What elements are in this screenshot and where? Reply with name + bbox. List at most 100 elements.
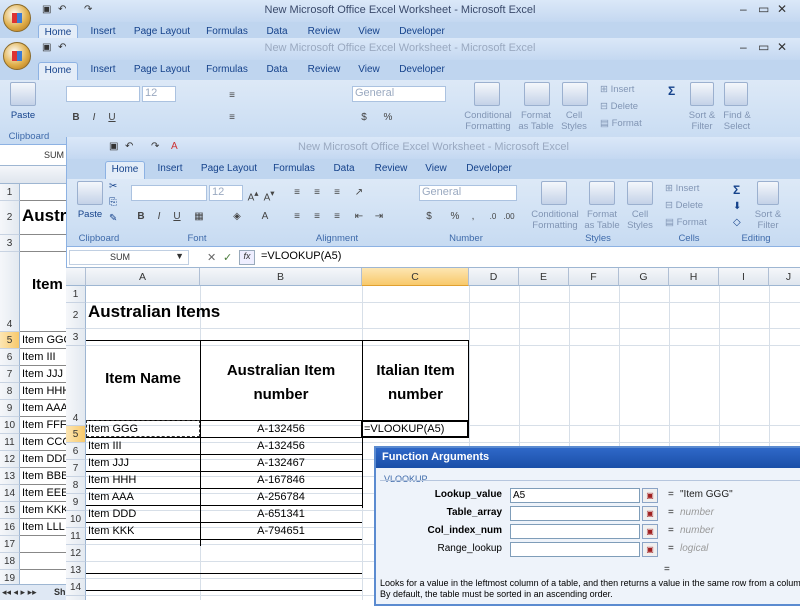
cell-item-name[interactable]: Item DDD bbox=[88, 508, 136, 520]
tab-developer[interactable]: Developer bbox=[463, 161, 515, 179]
cancel-icon[interactable]: ✕ bbox=[207, 251, 216, 264]
office-button[interactable] bbox=[3, 4, 31, 32]
sort-filter-icon[interactable] bbox=[757, 181, 779, 205]
percent-icon[interactable]: % bbox=[447, 209, 463, 225]
back-row-header-13[interactable]: 13 bbox=[0, 468, 20, 485]
minimize-icon[interactable]: – bbox=[740, 2, 747, 16]
undo-icon[interactable]: ↶ bbox=[58, 4, 66, 15]
row-header-1[interactable]: 1 bbox=[66, 286, 86, 303]
back-cell-item[interactable]: Item JJJ bbox=[22, 368, 63, 380]
back-cell-item[interactable]: Item EEE bbox=[22, 487, 66, 499]
tab-page-layout[interactable]: Page Layout bbox=[132, 62, 192, 80]
increase-decimal-icon[interactable]: .0 bbox=[485, 209, 501, 225]
delete-cells-button[interactable]: ⊟ Delete bbox=[600, 101, 646, 112]
arg-input[interactable] bbox=[510, 542, 640, 557]
collapse-dialog-icon[interactable]: ▣ bbox=[642, 524, 658, 539]
back-row-header-14[interactable]: 14 bbox=[0, 485, 20, 502]
tab-home[interactable]: Home bbox=[105, 161, 145, 179]
col-header-c[interactable]: C bbox=[362, 268, 469, 286]
shrink-font-icon[interactable]: A▾ bbox=[261, 185, 277, 203]
align-top-icon[interactable]: ≡ bbox=[289, 185, 305, 201]
back-cell-item[interactable]: Item GGG bbox=[22, 334, 66, 346]
row-header-4[interactable]: 4 bbox=[66, 346, 86, 426]
sheet-tab[interactable]: Sh bbox=[54, 587, 66, 597]
orientation-icon[interactable]: ↗ bbox=[351, 185, 367, 201]
redo-icon[interactable]: ↷ bbox=[151, 141, 159, 152]
back-row-header-1[interactable]: 1 bbox=[0, 184, 20, 201]
font-name-box[interactable] bbox=[66, 86, 140, 102]
row-header-9[interactable]: 9 bbox=[66, 494, 86, 511]
enter-icon[interactable]: ✓ bbox=[223, 251, 232, 264]
row-header-5[interactable]: 5 bbox=[66, 426, 86, 443]
back-header-item[interactable]: Item bbox=[32, 276, 63, 293]
back-sheet-title[interactable]: Austr bbox=[22, 206, 66, 226]
align-center-icon[interactable]: ≡ bbox=[309, 209, 325, 225]
header-australian-item-number[interactable]: Australian Item number bbox=[200, 359, 362, 407]
insert-function-icon[interactable]: fx bbox=[239, 250, 255, 265]
back-row-header-8[interactable]: 8 bbox=[0, 383, 20, 400]
col-header-i[interactable]: I bbox=[719, 268, 769, 286]
back-cell-item[interactable]: Item AAA bbox=[22, 402, 66, 414]
back-row-header-7[interactable]: 7 bbox=[0, 366, 20, 383]
row-header-3[interactable]: 3 bbox=[66, 329, 86, 346]
col-header-e[interactable]: E bbox=[519, 268, 569, 286]
collapse-dialog-icon[interactable]: ▣ bbox=[642, 488, 658, 503]
cut-icon[interactable]: ✂ bbox=[109, 181, 117, 192]
row-header-6[interactable]: 6 bbox=[66, 443, 86, 460]
cell-australian-number[interactable]: A-651341 bbox=[200, 508, 362, 520]
back-cell-item[interactable]: Item KKK bbox=[22, 504, 66, 516]
borders-icon[interactable]: ▦ bbox=[191, 209, 207, 225]
collapse-dialog-icon[interactable]: ▣ bbox=[642, 542, 658, 557]
italic-button[interactable]: I bbox=[86, 110, 102, 126]
number-format-box[interactable]: General bbox=[352, 86, 446, 102]
cell-item-name[interactable]: Item JJJ bbox=[88, 457, 129, 469]
col-header-f[interactable]: F bbox=[569, 268, 619, 286]
back-name-box[interactable]: SUM bbox=[0, 146, 66, 166]
format-cells-button[interactable]: ▤ Format bbox=[665, 217, 713, 228]
cell-australian-number[interactable]: A-132456 bbox=[200, 423, 362, 435]
tab-view[interactable]: View bbox=[354, 62, 384, 80]
copy-icon[interactable]: ⎘ bbox=[109, 197, 117, 208]
tab-formulas[interactable]: Formulas bbox=[269, 161, 319, 179]
increase-indent-icon[interactable]: ⇥ bbox=[371, 209, 387, 225]
cell-item-name[interactable]: Item III bbox=[88, 440, 122, 452]
sheet-title[interactable]: Australian Items bbox=[88, 302, 220, 322]
cell-australian-number[interactable]: A-132467 bbox=[200, 457, 362, 469]
close-icon[interactable]: ✕ bbox=[777, 2, 787, 16]
row-header-7[interactable]: 7 bbox=[66, 460, 86, 477]
fill-icon[interactable]: ⬇ bbox=[733, 201, 741, 212]
font-name-box[interactable] bbox=[131, 185, 207, 201]
back-row-header-4[interactable]: 4 bbox=[0, 252, 20, 332]
back-row-header-17[interactable]: 17 bbox=[0, 536, 20, 553]
back-cell-item[interactable]: Item FFF bbox=[22, 419, 66, 431]
save-icon[interactable]: ▣ bbox=[109, 141, 118, 152]
back-cell-item[interactable]: Item HHH bbox=[22, 385, 66, 397]
bold-button[interactable]: B bbox=[133, 209, 149, 225]
row-header-12[interactable]: 12 bbox=[66, 545, 86, 562]
currency-icon[interactable]: $ bbox=[356, 110, 372, 126]
tab-insert[interactable]: Insert bbox=[86, 62, 120, 80]
back-row-header-10[interactable]: 10 bbox=[0, 417, 20, 434]
conditional-formatting-icon[interactable] bbox=[541, 181, 567, 205]
back-cell-item[interactable]: Item LLL bbox=[22, 521, 65, 533]
insert-cells-button[interactable]: ⊞ Insert bbox=[600, 84, 646, 95]
col-header-h[interactable]: H bbox=[669, 268, 719, 286]
tab-review[interactable]: Review bbox=[304, 62, 344, 80]
autosum-icon[interactable]: Σ bbox=[733, 183, 740, 197]
number-format-box[interactable]: General bbox=[419, 185, 517, 201]
tab-data[interactable]: Data bbox=[329, 161, 359, 179]
percent-icon[interactable]: % bbox=[380, 110, 396, 126]
format-as-table-icon[interactable] bbox=[524, 82, 550, 106]
close-icon[interactable]: ✕ bbox=[777, 40, 787, 54]
align-middle-icon[interactable]: ≡ bbox=[309, 185, 325, 201]
row-header-2[interactable]: 2 bbox=[66, 303, 86, 329]
row-header-13[interactable]: 13 bbox=[66, 562, 86, 579]
col-header-a[interactable]: A bbox=[86, 268, 200, 286]
undo-icon[interactable]: ↶ bbox=[58, 42, 66, 53]
decrease-indent-icon[interactable]: ⇤ bbox=[351, 209, 367, 225]
redo-icon[interactable]: ↷ bbox=[84, 4, 92, 15]
arg-input[interactable]: A5 bbox=[510, 488, 640, 503]
cell-item-name[interactable]: Item HHH bbox=[88, 474, 136, 486]
cell-australian-number[interactable]: A-256784 bbox=[200, 491, 362, 503]
clear-icon[interactable]: ◇ bbox=[733, 217, 741, 228]
